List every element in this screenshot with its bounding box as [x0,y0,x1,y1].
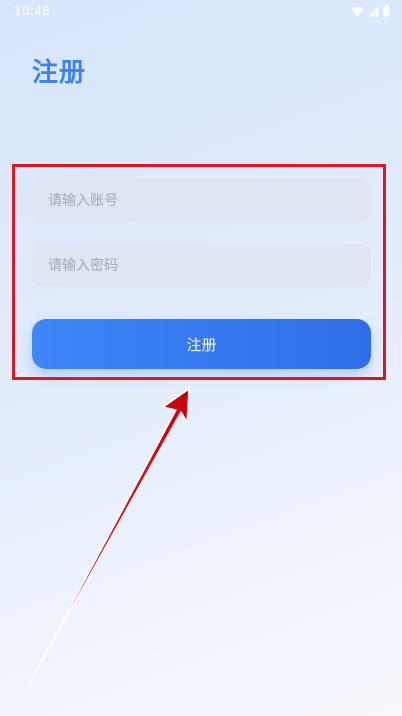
status-bar: 10:48 [0,0,402,22]
password-input[interactable] [32,244,371,287]
account-input[interactable] [32,179,371,222]
signal-icon [368,6,379,16]
register-button[interactable]: 注册 [32,319,371,369]
page-title: 注册 [32,58,87,88]
status-time: 10:48 [14,4,51,18]
wifi-icon [351,6,364,16]
status-icons [351,4,390,18]
battery-icon [383,5,390,17]
